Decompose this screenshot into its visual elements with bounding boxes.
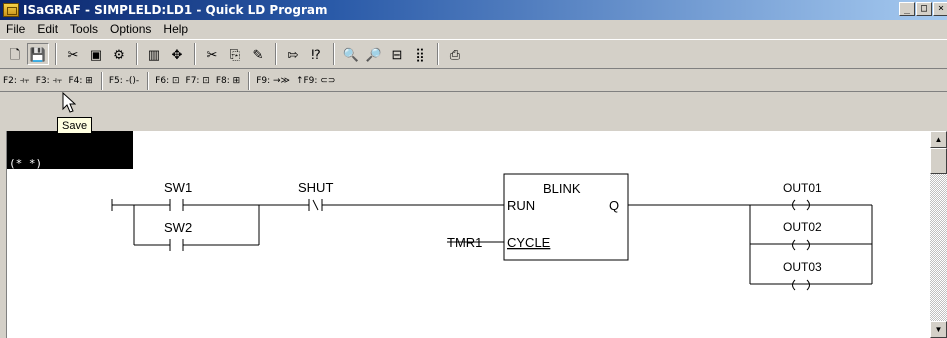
function-key-button[interactable]: F5: -()- (109, 76, 139, 86)
display-icon: ▣ (89, 46, 103, 62)
connect-button[interactable]: ⚙ (108, 43, 130, 65)
goto-icon: ⇰ (287, 46, 299, 62)
window-title: ISaGRAF - SIMPLELD:LD1 - Quick LD Progra… (23, 3, 328, 17)
block-name[interactable]: BLINK (543, 181, 581, 196)
scissors-button[interactable]: ✂ (201, 43, 223, 65)
main-toolbar: 🗋 💾 ✂ ▣ ⚙ ▥ ✥ ✂ ⎘ ✎ ⇰ ⁉ 🔍 🔎 ⊟ ⣿ ⎙ (0, 39, 947, 69)
toolbar-separator (147, 71, 150, 90)
find-button[interactable]: ⁉ (305, 43, 327, 65)
save-button[interactable]: 💾 (27, 43, 49, 65)
toolbar-separator (248, 71, 251, 90)
menu-bar: File Edit Tools Options Help (0, 20, 947, 39)
copy-button[interactable]: ⎘ (224, 43, 246, 65)
contact-label-sw2[interactable]: SW2 (164, 220, 192, 235)
move-button[interactable]: ✥ (166, 43, 188, 65)
move-icon: ✥ (171, 46, 183, 62)
maximize-button[interactable]: □ (916, 2, 932, 16)
block-input-run: RUN (507, 198, 535, 213)
function-key-button[interactable]: F3: ⫞⫟ (36, 76, 63, 86)
print-button[interactable]: ⎙ (444, 43, 466, 65)
coil-label-out03[interactable]: OUT03 (783, 260, 822, 274)
menu-options[interactable]: Options (104, 20, 157, 39)
book-icon: ▥ (147, 46, 161, 62)
toolbar-separator (333, 43, 335, 65)
paste-button[interactable]: ✎ (247, 43, 269, 65)
function-key-button[interactable]: F7: ⊡ (186, 76, 210, 86)
mouse-pointer-icon (62, 92, 76, 113)
goto-button[interactable]: ⇰ (282, 43, 304, 65)
menu-tools[interactable]: Tools (64, 20, 104, 39)
book-button[interactable]: ▥ (143, 43, 165, 65)
new-file-icon: 🗋 (9, 46, 21, 62)
menu-file[interactable]: File (0, 20, 31, 39)
ladder-diagram: SW1 SW2 SHUT BLINK RUN Q CYCLE TMR1 OUT0… (111, 173, 873, 291)
cut-tool-button[interactable]: ✂ (62, 43, 84, 65)
toolbar-separator (275, 43, 277, 65)
scroll-up-button[interactable]: ▲ (930, 131, 947, 148)
function-key-button[interactable]: F6: ⊡ (155, 76, 179, 86)
function-key-button[interactable]: ↑F9: ⊂⊃ (296, 76, 335, 86)
vertical-scrollbar[interactable]: ▲ ▼ (930, 131, 947, 338)
fit-button[interactable]: ⊟ (386, 43, 408, 65)
cut-tool-icon: ✂ (67, 46, 79, 62)
block-output-q: Q (609, 198, 619, 213)
save-tooltip: Save (57, 117, 93, 134)
paste-icon: ✎ (252, 46, 264, 62)
cycle-variable-label[interactable]: TMR1 (447, 235, 482, 250)
minimize-button[interactable]: _ (899, 2, 915, 16)
isagraf-app-icon (3, 3, 19, 17)
display-button[interactable]: ▣ (85, 43, 107, 65)
toolbar-separator (55, 43, 57, 65)
contact-label-sw1[interactable]: SW1 (164, 180, 192, 195)
function-key-button[interactable]: F2: ⫞⫟ (3, 76, 30, 86)
block-input-cycle: CYCLE (507, 235, 551, 250)
grid-button[interactable]: ⣿ (409, 43, 431, 65)
connect-icon: ⚙ (113, 46, 125, 62)
coil-label-out02[interactable]: OUT02 (783, 220, 822, 234)
function-key-button[interactable]: F9: →≫ (256, 76, 290, 86)
copy-icon: ⎘ (229, 46, 241, 62)
scissors-icon: ✂ (206, 46, 218, 62)
toolbar-separator (136, 43, 138, 65)
coil-label-out01[interactable]: OUT01 (783, 181, 822, 195)
new-file-button[interactable]: 🗋 (4, 43, 26, 65)
toolbar-separator (194, 43, 196, 65)
function-key-button[interactable]: F4: ⊞ (69, 76, 93, 86)
save-icon: 💾 (29, 46, 47, 62)
zoom-out-button[interactable]: 🔍 (340, 43, 362, 65)
find-icon: ⁉ (311, 46, 321, 62)
ld-editor-canvas[interactable]: (* *) SW1 SW2 SHUT BLINK RUN Q CYCLE TMR… (6, 131, 930, 338)
fit-icon: ⊟ (391, 46, 403, 62)
print-icon: ⎙ (449, 46, 461, 62)
contact-label-shut[interactable]: SHUT (298, 180, 333, 195)
title-bar: ISaGRAF - SIMPLELD:LD1 - Quick LD Progra… (0, 0, 947, 20)
ld-symbol-toolbar: F2: ⫞⫟ F3: ⫞⫟ F4: ⊞ F5: -()- F6: ⊡ F7: ⊡ F8: ⊞… (0, 70, 947, 92)
scroll-down-button[interactable]: ▼ (930, 321, 947, 338)
grid-icon: ⣿ (415, 46, 425, 62)
close-button[interactable]: × (933, 2, 947, 16)
menu-help[interactable]: Help (157, 20, 194, 39)
zoom-in-icon: 🔎 (365, 46, 383, 62)
zoom-out-icon: 🔍 (342, 46, 360, 62)
scroll-thumb[interactable] (930, 148, 947, 174)
function-key-button[interactable]: F8: ⊞ (216, 76, 240, 86)
toolbar-separator (100, 71, 103, 90)
window-controls: _ □ × (899, 2, 947, 16)
zoom-in-button[interactable]: 🔎 (363, 43, 385, 65)
toolbar-separator (437, 43, 439, 65)
menu-edit[interactable]: Edit (31, 20, 64, 39)
